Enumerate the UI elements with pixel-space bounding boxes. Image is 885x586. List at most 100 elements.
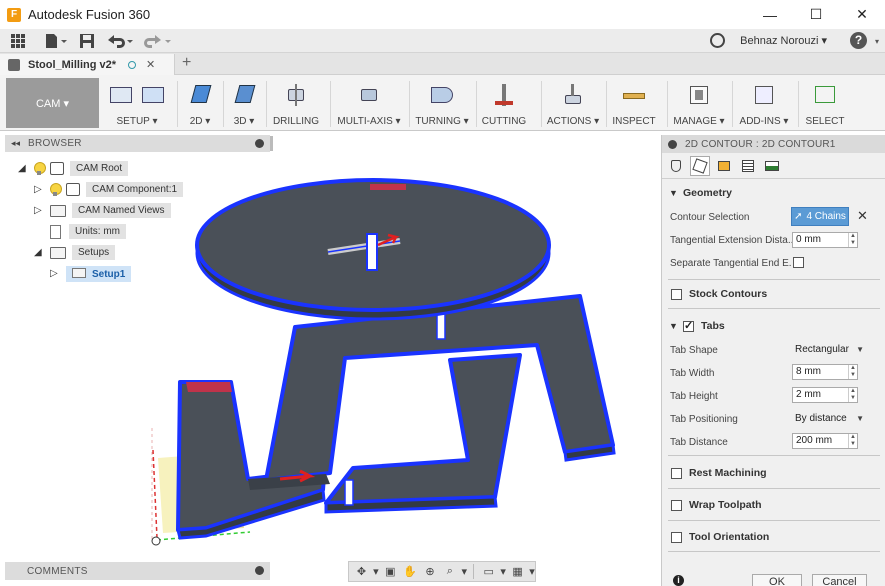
new-tab-button[interactable]: + xyxy=(182,54,191,72)
collapse-browser-icon[interactable]: ◂◂ xyxy=(11,138,20,149)
ribbon-group-multi-axis[interactable]: MULTI-AXIS ▾ xyxy=(334,79,404,129)
ribbon-group-cutting[interactable]: CUTTING xyxy=(478,79,530,129)
tab-positioning-select[interactable]: By distance ▼ xyxy=(792,410,868,427)
wrap-toolpath-checkbox[interactable] xyxy=(671,499,682,511)
help-dropdown-chevron-icon[interactable]: ▾ xyxy=(875,37,879,46)
tree-item-setups[interactable]: ◢ Setups xyxy=(34,244,116,261)
tangential-extension-input[interactable]: 0 mm ▲ ▼ xyxy=(792,232,858,248)
tab-passes[interactable] xyxy=(738,156,758,176)
visibility-bulb-icon[interactable] xyxy=(34,162,46,175)
tab-tool[interactable] xyxy=(666,156,686,176)
tab-height-input[interactable]: 2 mm ▲ ▼ xyxy=(792,387,858,403)
minimize-button[interactable]: — xyxy=(747,0,793,29)
cancel-button[interactable]: Cancel xyxy=(812,574,867,586)
tree-item-units[interactable]: Units: mm xyxy=(50,223,126,240)
row-tab-shape: Tab Shape xyxy=(670,341,792,359)
clear-selection-button[interactable]: ✕ xyxy=(857,208,868,224)
section-tabs-header[interactable]: ▼ Tabs xyxy=(662,316,885,336)
info-icon[interactable]: i xyxy=(673,575,684,586)
ribbon-group-add-ins[interactable]: ADD-INS ▾ xyxy=(734,79,794,129)
document-tab[interactable]: Stool_Milling v2* ✕ xyxy=(0,54,175,75)
pan-hand-icon[interactable]: ✋ xyxy=(402,564,419,579)
ribbon-group-turning[interactable]: TURNING ▾ xyxy=(412,79,472,129)
ribbon-group-manage[interactable]: MANAGE ▾ xyxy=(670,79,728,129)
tabs-checkbox[interactable] xyxy=(683,319,694,332)
redo-icon[interactable] xyxy=(140,29,176,53)
row-tangential-extension: Tangential Extension Dista... xyxy=(670,231,792,249)
display-settings-icon[interactable]: ▭ xyxy=(480,564,497,579)
spinner-icon[interactable]: ▲ ▼ xyxy=(848,365,857,379)
ribbon-group-actions[interactable]: ACTIONS ▾ xyxy=(544,79,602,129)
tab-heights[interactable] xyxy=(714,156,734,176)
orbit-icon[interactable]: ✥ xyxy=(353,564,370,579)
close-window-button[interactable]: ✕ xyxy=(839,0,885,29)
visibility-bulb-icon[interactable] xyxy=(50,183,62,196)
collapse-triangle-icon[interactable]: ◢ xyxy=(34,247,44,258)
tree-item-setup1[interactable]: ▷ Setup1 xyxy=(50,265,132,282)
browser-panel-header[interactable]: ◂◂ BROWSER xyxy=(5,135,273,152)
spinner-icon[interactable]: ▲ ▼ xyxy=(848,388,857,402)
job-status-clock-icon[interactable] xyxy=(710,33,725,48)
grid-dropdown-icon[interactable]: ▾ xyxy=(529,564,535,579)
dialog-header[interactable]: 2D CONTOUR : 2D CONTOUR1 xyxy=(662,135,885,153)
workspace-switcher[interactable]: CAM ▾ xyxy=(6,78,99,128)
maximize-button[interactable]: ☐ xyxy=(793,0,839,29)
tab-geometry[interactable] xyxy=(690,155,710,176)
orbit-dropdown-icon[interactable]: ▾ xyxy=(373,564,379,579)
tab-width-input[interactable]: 8 mm ▲ ▼ xyxy=(792,364,858,380)
tab-linking[interactable] xyxy=(762,156,782,176)
separate-tangential-checkbox[interactable] xyxy=(793,257,804,268)
zoom-icon[interactable]: ⊕ xyxy=(422,564,439,579)
cam-root-icon xyxy=(50,162,64,175)
contour-selection-button[interactable]: ➚ 4 Chains xyxy=(791,207,849,226)
section-stock-contours-header[interactable]: Stock Contours xyxy=(662,284,885,304)
spinner-icon[interactable]: ▲ ▼ xyxy=(848,233,857,247)
zoom-window-icon[interactable]: ⌕ xyxy=(441,564,458,579)
grid-settings-icon[interactable]: ▦ xyxy=(509,564,526,579)
ok-button[interactable]: OK xyxy=(752,574,802,586)
section-geometry-header[interactable]: ▼ Geometry xyxy=(662,183,885,203)
section-wrap-toolpath-header[interactable]: Wrap Toolpath xyxy=(662,495,885,515)
tree-item-named-views[interactable]: ▷ CAM Named Views xyxy=(34,202,171,219)
spinner-icon[interactable]: ▲ ▼ xyxy=(848,434,857,448)
comments-bar[interactable]: COMMENTS xyxy=(5,562,270,580)
section-tabs: ▼ Tabs xyxy=(662,316,885,336)
comments-options-icon[interactable] xyxy=(255,566,264,575)
zoom-dropdown-icon[interactable]: ▾ xyxy=(461,564,468,579)
tree-item-cam-component[interactable]: ▷ CAM Component:1 xyxy=(34,181,184,198)
collapse-triangle-icon[interactable]: ◢ xyxy=(18,163,28,174)
browser-options-icon[interactable] xyxy=(255,139,264,148)
display-dropdown-icon[interactable]: ▾ xyxy=(500,564,506,579)
undo-icon[interactable] xyxy=(100,29,140,53)
minimize-dialog-icon[interactable] xyxy=(668,139,677,149)
save-icon[interactable] xyxy=(74,29,100,53)
look-at-icon[interactable]: ▣ xyxy=(382,564,399,579)
ribbon-group-3d[interactable]: 3D ▾ xyxy=(226,79,262,129)
expand-triangle-icon[interactable]: ▷ xyxy=(34,184,44,195)
help-icon[interactable]: ? xyxy=(850,32,867,49)
close-tab-button[interactable]: ✕ xyxy=(146,58,155,71)
user-account-menu[interactable]: Behnaz Norouzi ▾ xyxy=(740,34,827,47)
tree-item-cam-root[interactable]: ◢ CAM Root xyxy=(18,160,129,177)
section-tool-orientation-header[interactable]: Tool Orientation xyxy=(662,527,885,547)
ribbon-group-setup[interactable]: SETUP ▾ xyxy=(104,79,170,129)
file-menu-icon[interactable] xyxy=(36,29,74,53)
section-rest-machining-header[interactable]: Rest Machining xyxy=(662,463,885,483)
tool-orientation-checkbox[interactable] xyxy=(671,531,682,543)
ribbon-group-drilling[interactable]: DRILLING xyxy=(268,79,324,129)
stock-contours-checkbox[interactable] xyxy=(671,288,682,300)
collapse-triangle-icon[interactable]: ▼ xyxy=(669,188,678,198)
rest-machining-checkbox[interactable] xyxy=(671,467,682,479)
stool-frame-body xyxy=(176,294,616,540)
expand-triangle-icon[interactable]: ▷ xyxy=(50,268,60,279)
ribbon-group-select[interactable]: SELECT xyxy=(800,79,850,129)
ribbon-group-inspect[interactable]: INSPECT xyxy=(608,79,660,129)
browser-resize-handle[interactable] xyxy=(270,136,273,151)
tab-shape-select[interactable]: Rectangular ▼ xyxy=(792,341,868,358)
tab-distance-input[interactable]: 200 mm ▲ ▼ xyxy=(792,433,858,449)
data-panel-grid-icon[interactable] xyxy=(0,29,36,53)
collapse-triangle-icon[interactable]: ▼ xyxy=(669,321,678,331)
browser-title: BROWSER xyxy=(28,138,82,149)
ribbon-group-2d[interactable]: 2D ▾ xyxy=(180,79,220,129)
expand-triangle-icon[interactable]: ▷ xyxy=(34,205,44,216)
